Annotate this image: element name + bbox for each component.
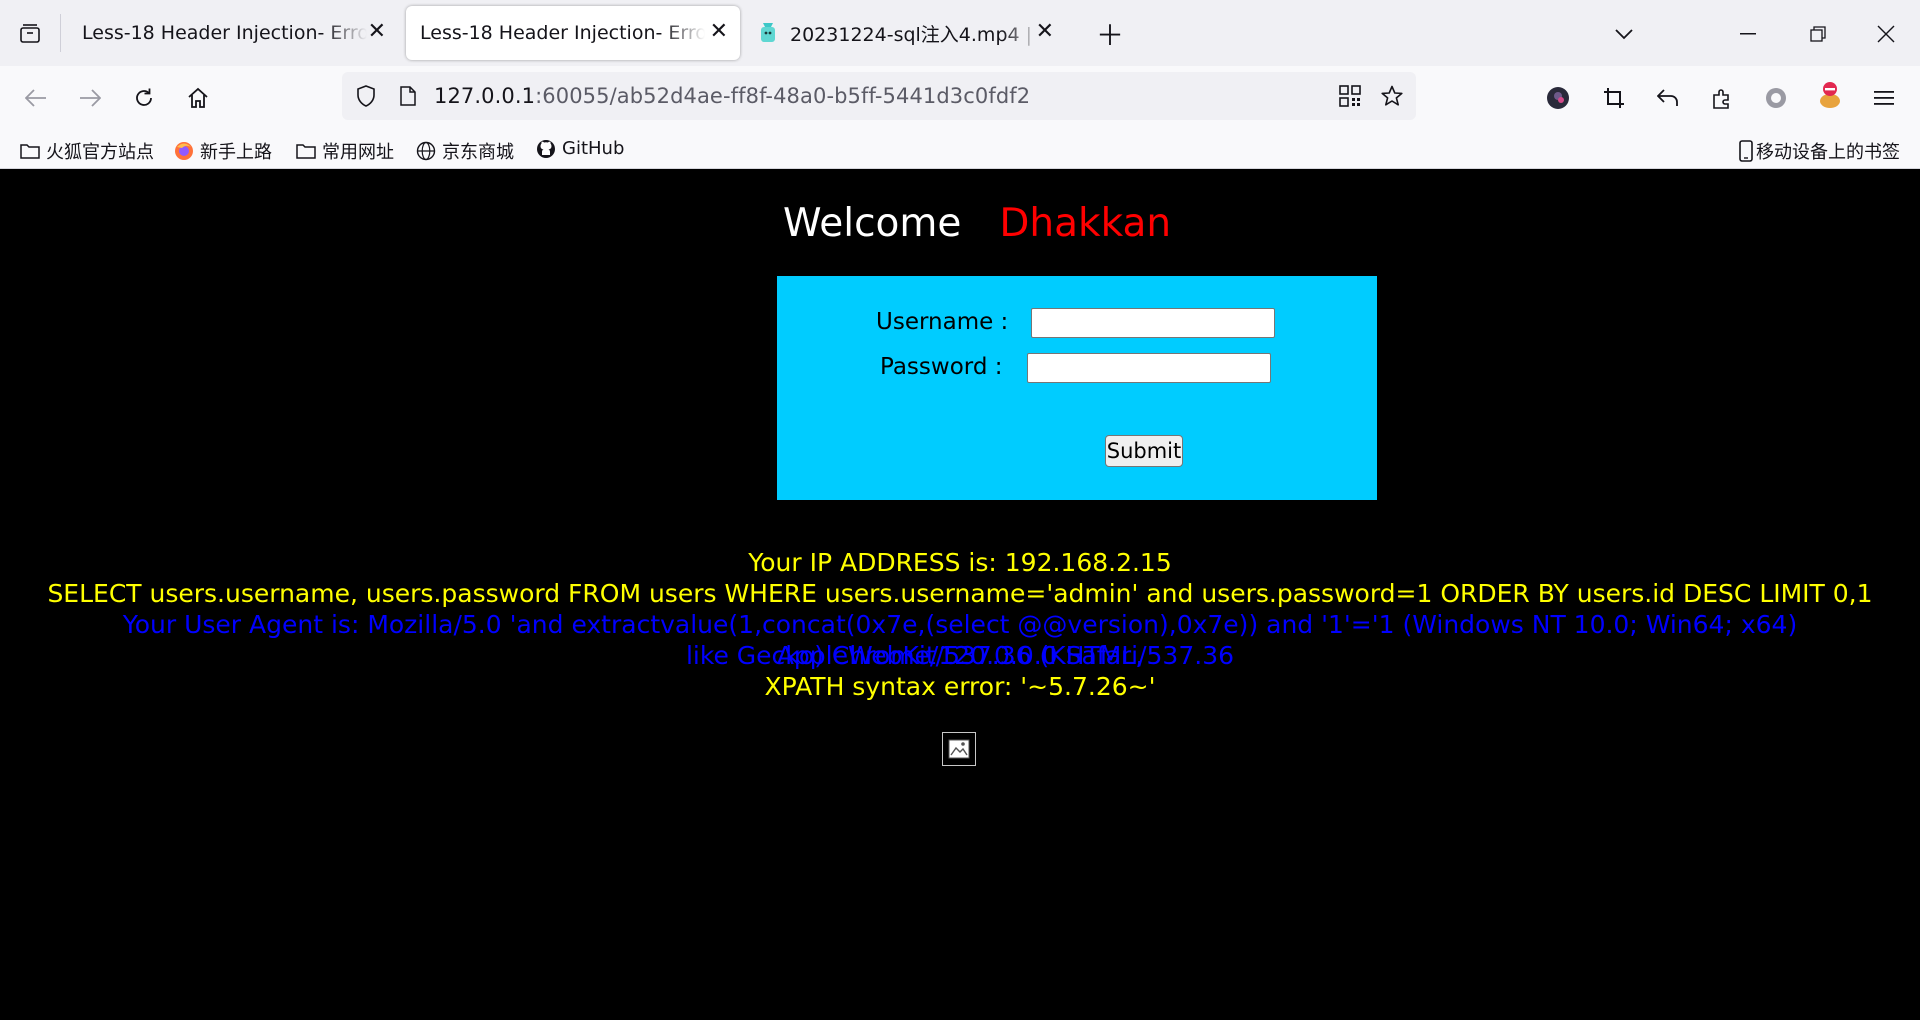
menu-icon[interactable] <box>1866 80 1902 116</box>
firefox-icon <box>175 142 193 160</box>
broken-image-icon <box>942 732 976 766</box>
undo-icon[interactable] <box>1650 80 1686 116</box>
bookmarks-bar: 火狐官方站点 新手上路 常用网址 京东商城 GitHub 移动设备上的书签 <box>0 130 1920 169</box>
shield-icon[interactable] <box>352 82 380 110</box>
submit-button[interactable]: Submit <box>1105 435 1183 467</box>
reload-icon[interactable] <box>126 80 162 116</box>
bookmark-label: 移动设备上的书签 <box>1756 142 1900 163</box>
username-label: Username : <box>876 309 1009 335</box>
extension-circle-icon[interactable] <box>1758 80 1794 116</box>
video-site-icon <box>758 22 778 44</box>
minimize-icon[interactable] <box>1728 18 1768 50</box>
password-input[interactable] <box>1027 353 1271 383</box>
bookmark-github[interactable]: GitHub <box>536 138 624 159</box>
sql-query-text: SELECT users.username, users.password FR… <box>47 579 1873 608</box>
close-tab-icon[interactable]: ✕ <box>710 21 728 43</box>
tab-less18-1[interactable]: Less-18 Header Injection- Error Based- s… <box>68 6 398 60</box>
bookmark-label: 京东商城 <box>442 142 514 163</box>
bookmark-mobile[interactable]: 移动设备上的书签 <box>1738 138 1900 164</box>
tab-video[interactable]: 20231224-sql注入4.mp4 | 行行行 ✕ <box>746 6 1066 60</box>
close-window-icon[interactable] <box>1866 18 1906 50</box>
close-tab-icon[interactable]: ✕ <box>1036 21 1054 43</box>
forward-icon[interactable] <box>72 80 108 116</box>
tab-overview-icon[interactable] <box>14 18 46 50</box>
tab-title: 20231224-sql注入4.mp4 | 行行行 <box>790 23 1040 46</box>
extensions-icon[interactable] <box>1704 80 1740 116</box>
tab-less18-2[interactable]: Less-18 Header Injection- Error Based- s… <box>406 6 740 60</box>
user-agent-text-line2: like Gecko) Chrome/120.0.0.0 Safari/537.… <box>685 641 1235 670</box>
address-bar[interactable]: 127.0.0.1:60055/ab52d4ae-ff8f-48a0-b5ff-… <box>342 72 1416 120</box>
password-label: Password : <box>880 354 1003 380</box>
github-icon <box>537 139 555 158</box>
url-path: :60055/ab52d4ae-ff8f-48a0-b5ff-5441d3c0f… <box>535 84 1031 108</box>
back-icon[interactable] <box>18 80 54 116</box>
screenshot-crop-icon[interactable] <box>1596 80 1632 116</box>
bookmark-firefox-official[interactable]: 火狐官方站点 <box>20 138 154 164</box>
new-tab-icon[interactable]: ＋ <box>1094 18 1126 52</box>
welcome-name: Dhakkan <box>999 201 1172 246</box>
tab-title: Less-18 Header Injection- Error Based- s… <box>420 22 705 44</box>
username-input[interactable] <box>1031 308 1275 338</box>
bookmark-getting-started[interactable]: 新手上路 <box>174 138 272 164</box>
page-icon[interactable] <box>394 82 422 110</box>
ip-address-text: Your IP ADDRESS is: 192.168.2.15 <box>748 548 1172 577</box>
bookmark-label: 新手上路 <box>200 142 272 163</box>
bookmark-jd[interactable]: 京东商城 <box>416 138 514 164</box>
qr-code-icon[interactable] <box>1336 82 1364 110</box>
xpath-error-text: XPATH syntax error: '~5.7.26~' <box>764 672 1156 701</box>
folder-icon <box>20 144 40 159</box>
bookmark-common-sites[interactable]: 常用网址 <box>296 138 394 164</box>
bookmark-label: GitHub <box>562 138 625 159</box>
tab-strip: Less-18 Header Injection- Error Based- s… <box>0 0 1920 66</box>
restore-icon[interactable] <box>1798 18 1838 50</box>
url-text[interactable]: 127.0.0.1:60055/ab52d4ae-ff8f-48a0-b5ff-… <box>434 84 1030 108</box>
home-icon[interactable] <box>180 80 216 116</box>
close-tab-icon[interactable]: ✕ <box>368 21 386 43</box>
tab-title: Less-18 Header Injection- Error Based- s… <box>82 22 367 44</box>
welcome-heading: Welcome Dhakkan <box>783 201 1171 246</box>
page-content: Welcome Dhakkan Username : Password : Sub… <box>0 169 1920 1020</box>
globe-icon <box>416 141 436 161</box>
url-host: 127.0.0.1 <box>434 84 536 108</box>
welcome-text: Welcome <box>783 201 962 246</box>
pocket-icon[interactable] <box>1540 80 1576 116</box>
folder-icon <box>296 144 316 159</box>
login-form: Username : Password : Submit <box>777 276 1377 500</box>
bookmark-label: 常用网址 <box>322 142 394 163</box>
addon-blocked-icon[interactable] <box>1812 76 1848 116</box>
bookmark-label: 火狐官方站点 <box>46 142 154 163</box>
bookmark-star-icon[interactable] <box>1378 82 1406 110</box>
list-tabs-icon[interactable] <box>1608 18 1640 50</box>
mobile-device-icon <box>1739 140 1753 162</box>
